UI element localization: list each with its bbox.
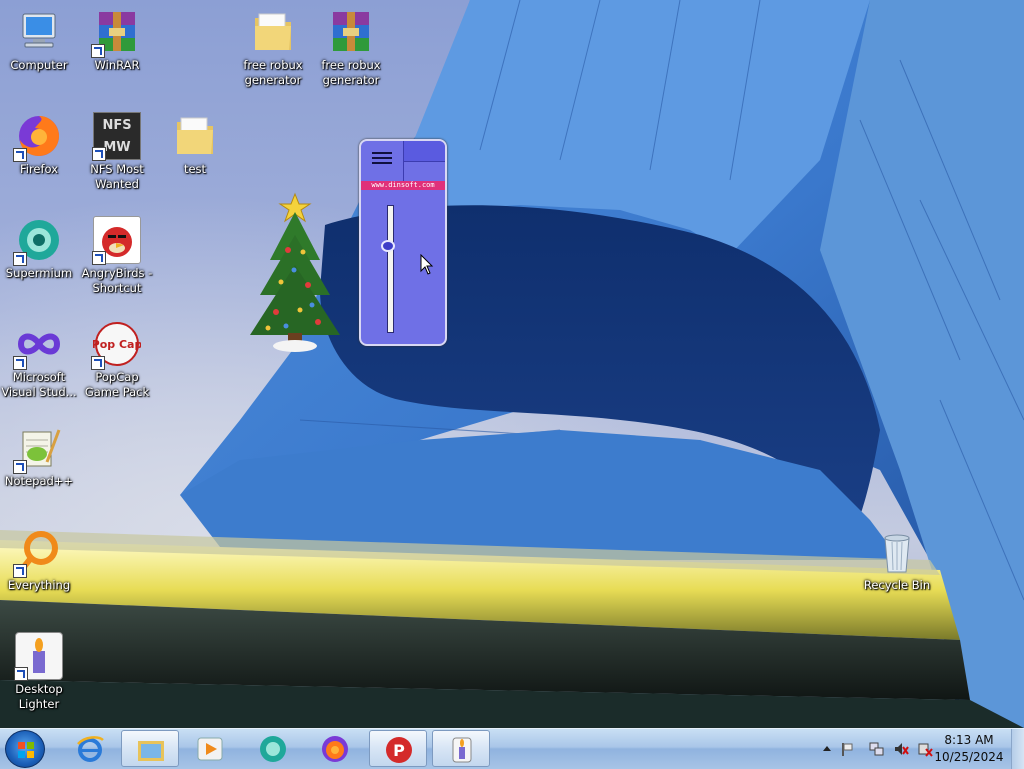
desktop-icon-nfs[interactable]: NFS MW NFS Most Wanted xyxy=(78,106,156,192)
firefox-icon xyxy=(13,112,63,162)
desktop-icon-notepadpp[interactable]: Notepad++ xyxy=(0,418,78,489)
desktop-icon-label: Notepad++ xyxy=(4,474,74,488)
taskbar-firefox[interactable] xyxy=(306,730,364,767)
folder-icon xyxy=(171,112,219,160)
folder-explorer-icon xyxy=(138,741,164,761)
supermium-icon xyxy=(13,216,63,266)
brightness-slider-handle[interactable] xyxy=(381,239,395,252)
desktop-icon-label: Microsoft Visual Stud... xyxy=(1,370,77,399)
desktop-icon-robux-folder[interactable]: free robux generator xyxy=(234,2,312,88)
action-center-flag-icon[interactable] xyxy=(839,741,855,757)
taskbar-internet-explorer[interactable] xyxy=(61,730,119,767)
show-desktop-button[interactable] xyxy=(1011,729,1024,769)
clock-time: 8:13 AM xyxy=(944,733,994,747)
shortcut-arrow-icon xyxy=(91,44,105,58)
brightness-slider-track[interactable] xyxy=(387,205,394,333)
desktop-lighter-icon xyxy=(452,737,472,763)
desktop-icon-label: Computer xyxy=(10,58,68,72)
clock-date: 10/25/2024 xyxy=(934,750,1004,764)
visual-studio-icon xyxy=(13,320,63,370)
brightness-gadget[interactable]: www.dinsoft.com xyxy=(359,139,447,346)
shortcut-arrow-icon xyxy=(91,356,105,370)
desktop-lighter-icon xyxy=(14,632,63,681)
gadget-header-panel xyxy=(404,141,445,162)
notepadpp-icon xyxy=(13,424,63,474)
taskbar-media-player[interactable] xyxy=(181,730,239,767)
desktop-icon-label: Desktop Lighter xyxy=(15,682,63,711)
computer-icon xyxy=(15,8,63,56)
taskbar-desktop-lighter[interactable] xyxy=(432,730,490,767)
desktop-icon-label: free robux generator xyxy=(321,58,381,87)
desktop-icon-label: Everything xyxy=(7,578,71,592)
shortcut-arrow-icon xyxy=(92,147,106,161)
desktop-icon-angrybirds[interactable]: AngryBirds - Shortcut xyxy=(78,210,156,296)
shortcut-arrow-icon xyxy=(13,148,27,162)
desktop-icon-everything[interactable]: Everything xyxy=(0,522,78,593)
volume-muted-icon[interactable] xyxy=(893,741,909,757)
desktop-icon-firefox[interactable]: Firefox xyxy=(0,106,78,177)
desktop-icon-recycle-bin[interactable]: Recycle Bin xyxy=(858,522,936,593)
desktop-icon-supermium[interactable]: Supermium xyxy=(0,210,78,281)
desktop-icon-label: AngryBirds - Shortcut xyxy=(81,266,153,295)
mouse-cursor-icon xyxy=(420,253,434,276)
christmas-tree-gadget[interactable] xyxy=(248,190,342,356)
desktop-icon-winrar[interactable]: WinRAR xyxy=(78,2,156,73)
firefox-icon xyxy=(322,736,348,762)
supermium-icon xyxy=(260,736,286,762)
desktop-icon-label: NFS Most Wanted xyxy=(90,162,144,191)
shortcut-arrow-icon xyxy=(13,564,27,578)
desktop-icon-label: Firefox xyxy=(19,162,59,176)
taskbar-supermium[interactable] xyxy=(244,730,302,767)
windows-logo-icon xyxy=(18,742,34,758)
taskbar: P 8:13 AM 10/25/2024 xyxy=(0,728,1024,769)
desktop-icon-label: test xyxy=(183,162,207,176)
desktop-icon-visual-studio[interactable]: Microsoft Visual Stud... xyxy=(0,314,78,400)
desktop-icon-computer[interactable]: Computer xyxy=(0,2,78,73)
hamburger-menu-icon xyxy=(372,152,392,154)
media-player-icon xyxy=(197,737,223,761)
show-hidden-icons-chevron-icon[interactable] xyxy=(819,741,835,757)
winrar-archive-icon xyxy=(327,8,375,56)
shortcut-arrow-icon xyxy=(13,460,27,474)
taskbar-psiphon[interactable]: P xyxy=(369,730,427,767)
desktop-icon-label: WinRAR xyxy=(94,58,140,72)
desktop-icon-popcap[interactable]: Pop Cap PopCap Game Pack xyxy=(78,314,156,400)
folder-icon xyxy=(249,8,297,56)
system-tray: 8:13 AM 10/25/2024 xyxy=(809,729,1024,769)
shortcut-arrow-icon xyxy=(92,251,106,265)
desktop-icon-label: PopCap Game Pack xyxy=(84,370,150,399)
winrar-icon xyxy=(91,8,141,58)
internet-explorer-icon xyxy=(77,736,104,762)
popcap-icon: Pop Cap xyxy=(91,320,142,370)
power-warning-icon[interactable] xyxy=(917,741,933,757)
popcap-icon-art-text: Pop Cap xyxy=(93,338,141,351)
desktop-icon-label: free robux generator xyxy=(243,58,303,87)
desktop-icon-desktop-lighter[interactable]: Desktop Lighter xyxy=(0,626,78,712)
angry-birds-icon xyxy=(92,216,141,265)
desktop-icon-robux-archive[interactable]: free robux generator xyxy=(312,2,390,88)
nfs-most-wanted-icon: NFS MW xyxy=(92,112,141,161)
everything-search-icon xyxy=(13,528,63,578)
taskbar-windows-explorer[interactable] xyxy=(121,730,179,767)
psiphon-icon: P xyxy=(386,737,412,763)
gadget-menu-button[interactable] xyxy=(361,141,404,182)
gadget-website-link[interactable]: www.dinsoft.com xyxy=(361,181,445,190)
psiphon-icon-letter: P xyxy=(393,741,405,760)
shortcut-arrow-icon xyxy=(13,356,27,370)
desktop-icon-label: Supermium xyxy=(5,266,73,280)
desktop-icon-test[interactable]: test xyxy=(156,106,234,177)
network-icon[interactable] xyxy=(869,741,885,757)
recycle-bin-icon xyxy=(873,528,921,576)
taskbar-clock[interactable]: 8:13 AM 10/25/2024 xyxy=(934,732,1004,766)
desktop-icon-label: Recycle Bin xyxy=(863,578,931,592)
shortcut-arrow-icon xyxy=(13,252,27,266)
shortcut-arrow-icon xyxy=(14,667,28,681)
start-button[interactable] xyxy=(5,730,45,768)
